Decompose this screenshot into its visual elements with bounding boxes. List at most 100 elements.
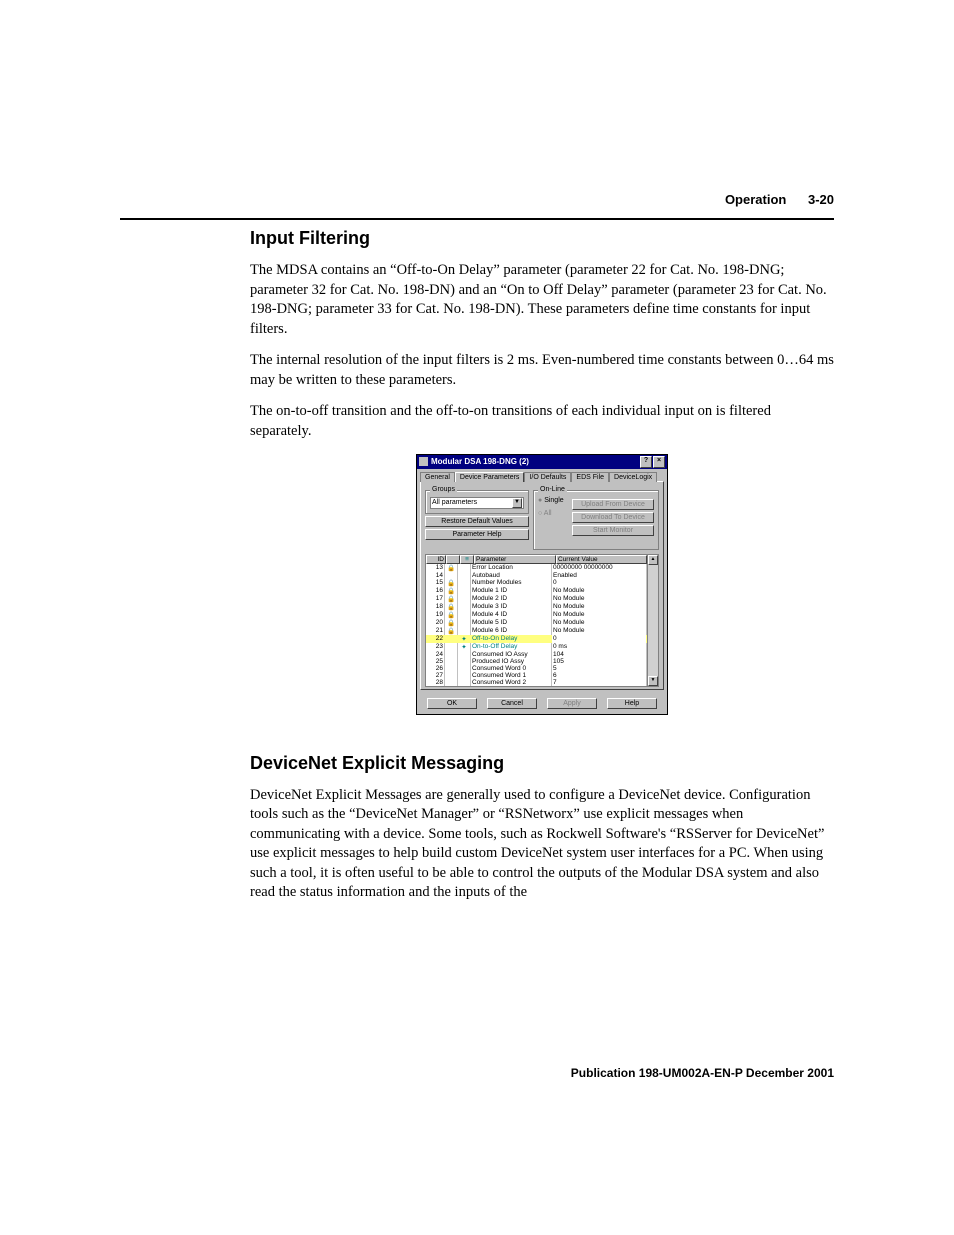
col-eq[interactable]: ≡	[460, 555, 474, 564]
parameter-help-button[interactable]: Parameter Help	[425, 529, 529, 540]
cell-param: Module 1 ID	[471, 587, 552, 595]
apply-button[interactable]: Apply	[547, 698, 597, 709]
cell-value: 5	[552, 665, 647, 672]
radio-all[interactable]: All	[538, 510, 568, 517]
table-row[interactable]: 22✦Off-to-On Delay0	[426, 635, 647, 643]
cell-value: No Module	[552, 595, 647, 603]
table-row[interactable]: 19🔒Module 4 IDNo Module	[426, 611, 647, 619]
cell-id: 27	[426, 672, 445, 679]
body-text: DeviceNet Explicit Messages are generall…	[250, 786, 834, 903]
tab-general[interactable]: General	[420, 472, 455, 482]
cell-value: No Module	[552, 619, 647, 627]
cell-param: Module 6 ID	[471, 627, 552, 635]
help-icon[interactable]: ?	[640, 456, 652, 468]
close-icon[interactable]: ×	[653, 456, 665, 468]
restore-defaults-button[interactable]: Restore Default Values	[425, 516, 529, 527]
cell-id: 24	[426, 651, 445, 658]
groups-combo[interactable]: All parameters ▼	[430, 497, 524, 509]
radio-single[interactable]: Single	[538, 497, 568, 504]
link-icon	[458, 672, 471, 679]
lock-icon	[445, 679, 458, 686]
scroll-down-icon[interactable]: ▼	[648, 676, 658, 686]
table-row[interactable]: 20🔒Module 5 IDNo Module	[426, 619, 647, 627]
link-icon	[458, 595, 471, 603]
col-param[interactable]: Parameter	[474, 555, 556, 564]
body-text: The on-to-off transition and the off-to-…	[250, 402, 834, 441]
cell-id: 28	[426, 679, 445, 686]
cell-param: Autobaud	[471, 572, 552, 579]
cell-value: 0	[552, 579, 647, 587]
lock-icon	[445, 665, 458, 672]
lock-icon: 🔒	[445, 627, 458, 635]
cell-value: 6	[552, 672, 647, 679]
table-row[interactable]: 27Consumed Word 16	[426, 672, 647, 679]
cell-value: No Module	[552, 611, 647, 619]
table-row[interactable]: 17🔒Module 2 IDNo Module	[426, 595, 647, 603]
tab-io-defaults[interactable]: I/O Defaults	[524, 472, 571, 482]
cell-value: Enabled	[552, 572, 647, 579]
link-icon	[458, 658, 471, 665]
scroll-up-icon[interactable]: ▲	[648, 555, 658, 565]
cell-param: Consumed IO Assy	[471, 651, 552, 658]
groups-value: All parameters	[432, 499, 477, 506]
cell-value: 7	[552, 679, 647, 686]
cell-value: 105	[552, 658, 647, 665]
tab-eds-file[interactable]: EDS File	[571, 472, 609, 482]
body-text: The internal resolution of the input fil…	[250, 351, 834, 390]
lock-icon: 🔒	[445, 595, 458, 603]
cell-value: 104	[552, 651, 647, 658]
link-icon: ✦	[458, 635, 471, 643]
cell-id: 23	[426, 643, 445, 651]
cancel-button[interactable]: Cancel	[487, 698, 537, 709]
link-icon	[458, 665, 471, 672]
table-row[interactable]: 14AutobaudEnabled	[426, 572, 647, 579]
cell-param: Module 4 ID	[471, 611, 552, 619]
table-row[interactable]: 25 Produced IO Assy105	[426, 658, 647, 665]
tab-devicelogix[interactable]: DeviceLogix	[609, 472, 657, 482]
help-button[interactable]: Help	[607, 698, 657, 709]
cell-id: 25	[426, 658, 445, 665]
table-row[interactable]: 18🔒Module 3 IDNo Module	[426, 603, 647, 611]
table-row[interactable]: 23✦On-to-Off Delay0 ms	[426, 643, 647, 651]
cell-value: No Module	[552, 587, 647, 595]
chevron-down-icon[interactable]: ▼	[512, 498, 522, 508]
lock-icon: 🔒	[445, 603, 458, 611]
page-header: Operation 3-20	[725, 192, 834, 207]
table-row[interactable]: 28 Consumed Word 27	[426, 679, 647, 686]
scroll-track[interactable]	[648, 565, 658, 676]
footer-text: Publication 198-UM002A-EN-P December 200…	[571, 1066, 834, 1080]
table-row[interactable]: 16🔒Module 1 IDNo Module	[426, 587, 647, 595]
groups-label: Groups	[430, 486, 457, 493]
ok-button[interactable]: OK	[427, 698, 477, 709]
col-lock[interactable]	[446, 555, 460, 564]
cell-param: Off-to-On Delay	[471, 635, 552, 643]
link-icon	[458, 572, 471, 579]
table-row[interactable]: 15🔒Number Modules0	[426, 579, 647, 587]
lock-icon: 🔒	[445, 579, 458, 587]
table-row[interactable]: 21🔒Module 6 IDNo Module	[426, 627, 647, 635]
link-icon	[458, 651, 471, 658]
col-value[interactable]: Current Value	[556, 555, 647, 564]
download-button[interactable]: Download To Device	[572, 512, 654, 523]
scrollbar[interactable]: ▲ ▼	[647, 555, 658, 686]
online-box: On-Line Single All Upload From Device Do…	[533, 490, 659, 550]
cell-value: 00000000 00000000	[552, 564, 647, 572]
tab-device-parameters[interactable]: Device Parameters	[455, 472, 525, 482]
titlebar[interactable]: Modular DSA 198-DNG (2) ? ×	[417, 455, 667, 469]
cell-param: Consumed Word 2	[471, 679, 552, 686]
header-page: 3-20	[808, 192, 834, 207]
table-row[interactable]: 13🔒Error Location00000000 00000000	[426, 564, 647, 572]
header-section: Operation	[725, 192, 786, 207]
cell-id: 15	[426, 579, 445, 587]
link-icon	[458, 619, 471, 627]
lock-icon	[445, 635, 458, 643]
parameter-grid: ID ≡ Parameter Current Value 13🔒Error Lo…	[425, 554, 659, 687]
cell-param: Produced IO Assy	[471, 658, 552, 665]
monitor-button[interactable]: Start Monitor	[572, 525, 654, 536]
cell-id: 26	[426, 665, 445, 672]
table-row[interactable]: 24 Consumed IO Assy104	[426, 651, 647, 658]
table-row[interactable]: 26Consumed Word 05	[426, 665, 647, 672]
cell-value[interactable]: 0	[552, 635, 647, 643]
col-id[interactable]: ID	[426, 555, 446, 564]
upload-button[interactable]: Upload From Device	[572, 499, 654, 510]
